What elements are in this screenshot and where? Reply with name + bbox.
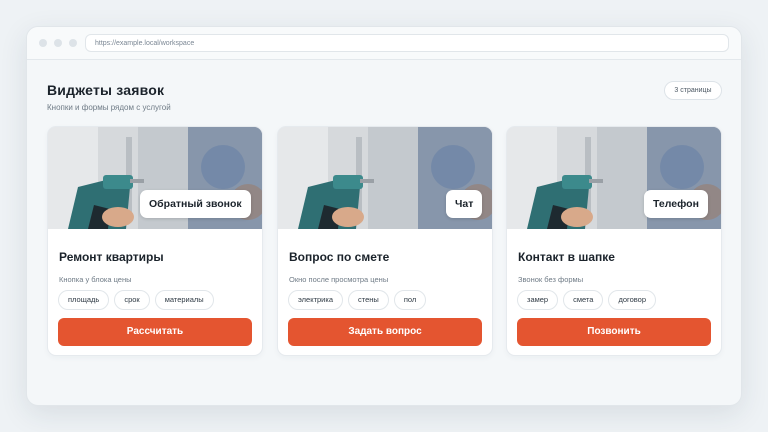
card-description: Окно после просмотра цены (289, 275, 389, 284)
card-title: Контакт в шапке (518, 250, 615, 264)
chip[interactable]: пол (393, 290, 427, 310)
card-photo: Телефон (507, 127, 721, 229)
widget-card: Чат Вопрос по смете Окно после просмотра… (277, 126, 493, 356)
chip[interactable]: материалы (154, 290, 214, 310)
window-dot-icon (69, 39, 77, 47)
card-title: Ремонт квартиры (59, 250, 164, 264)
image-tag: Телефон (644, 190, 708, 218)
chip[interactable]: площадь (58, 290, 110, 310)
chip-list: замер смета договор (517, 290, 657, 310)
browser-titlebar: https://example.local/workspace (27, 27, 741, 60)
card-photo: Чат (278, 127, 492, 229)
card-description: Кнопка у блока цены (59, 275, 132, 284)
chip[interactable]: договор (608, 290, 657, 310)
image-tag: Чат (446, 190, 483, 218)
chip[interactable]: стены (348, 290, 389, 310)
widget-card: Обратный звонок Ремонт квартиры Кнопка у… (47, 126, 263, 356)
chip-list: электрика стены пол (288, 290, 427, 310)
chip[interactable]: электрика (288, 290, 343, 310)
address-bar[interactable]: https://example.local/workspace (85, 34, 729, 52)
page-subtitle: Кнопки и формы рядом с услугой (47, 103, 171, 112)
chip[interactable]: срок (114, 290, 150, 310)
pages-badge[interactable]: 3 страницы (664, 81, 722, 100)
ask-question-button[interactable]: Задать вопрос (288, 318, 482, 346)
browser-window: https://example.local/workspace Виджеты … (26, 26, 742, 406)
image-tag: Обратный звонок (140, 190, 251, 218)
page-title: Виджеты заявок (47, 82, 165, 98)
widget-card: Телефон Контакт в шапке Звонок без формы… (506, 126, 722, 356)
window-dot-icon (39, 39, 47, 47)
card-title: Вопрос по смете (289, 250, 390, 264)
card-description: Звонок без формы (518, 275, 584, 284)
call-button[interactable]: Позвонить (517, 318, 711, 346)
chip[interactable]: замер (517, 290, 559, 310)
card-photo: Обратный звонок (48, 127, 262, 229)
calculate-button[interactable]: Рассчитать (58, 318, 252, 346)
window-dot-icon (54, 39, 62, 47)
chip-list: площадь срок материалы (58, 290, 214, 310)
chip[interactable]: смета (563, 290, 604, 310)
